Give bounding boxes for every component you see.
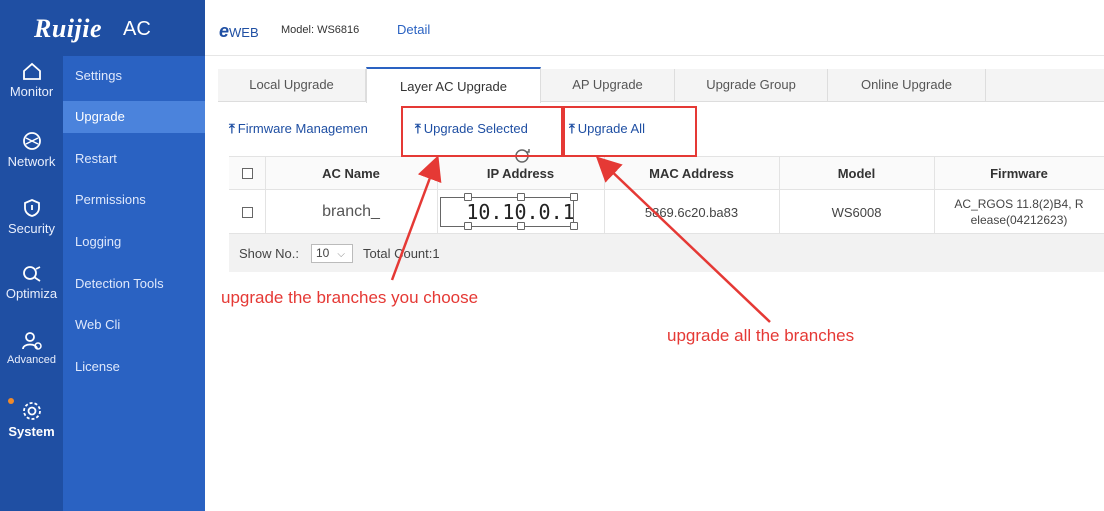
annotation-right: upgrade all the branches bbox=[667, 326, 855, 345]
arrow-to-upgrade-selected bbox=[390, 155, 442, 281]
annotation-left: upgrade the branches you choose bbox=[221, 288, 479, 307]
arrow-to-upgrade-all bbox=[595, 156, 771, 323]
annotation-arrows bbox=[390, 155, 771, 323]
